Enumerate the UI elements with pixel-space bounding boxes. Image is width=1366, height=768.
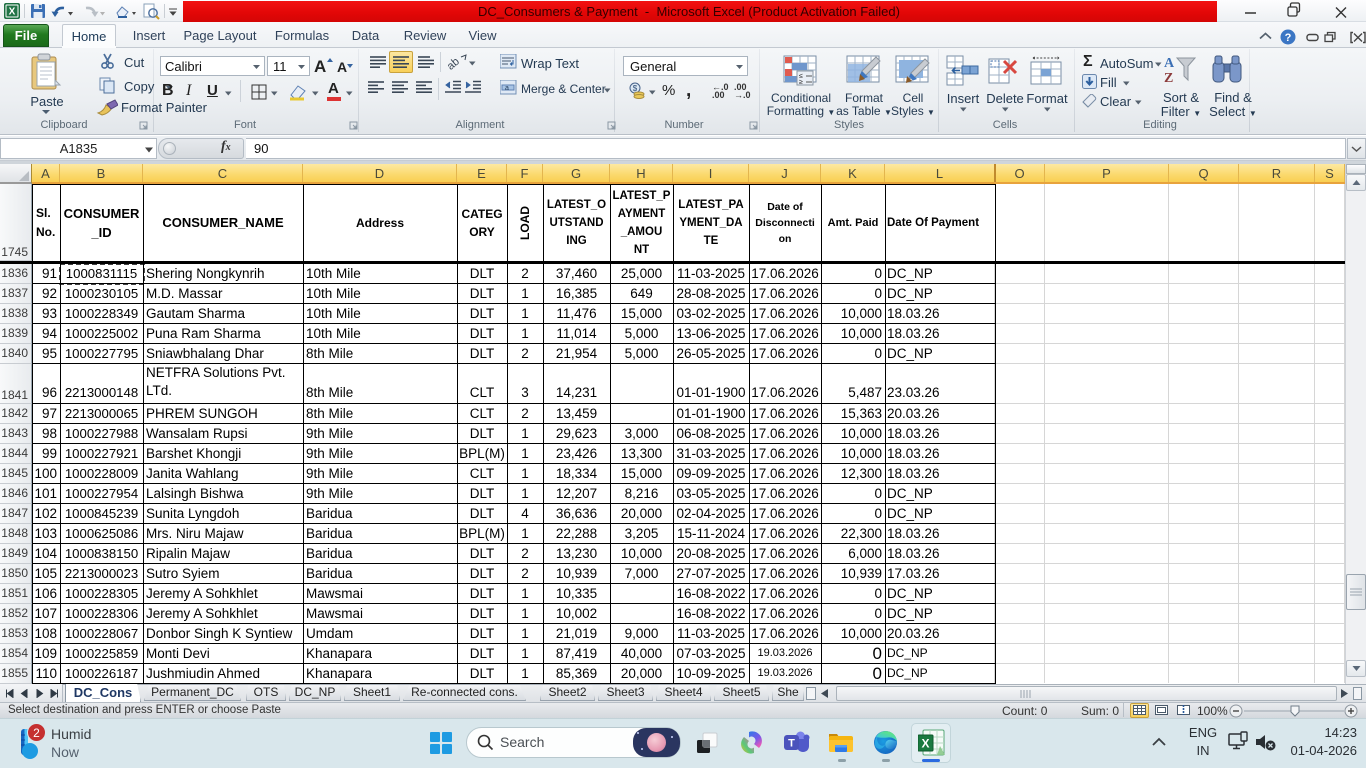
svg-text:?: ? <box>1285 32 1292 44</box>
svg-text:ab: ab <box>447 56 462 73</box>
svg-text:X: X <box>9 7 16 18</box>
svg-text:A: A <box>1164 56 1175 71</box>
svg-text:Z: Z <box>1164 71 1173 86</box>
svg-text:A: A <box>314 57 326 76</box>
svg-text:≥: ≥ <box>799 79 803 86</box>
svg-text:T: T <box>788 738 795 750</box>
svg-text:A: A <box>337 59 347 75</box>
svg-text:X: X <box>921 737 929 751</box>
svg-text:a: a <box>505 85 509 92</box>
